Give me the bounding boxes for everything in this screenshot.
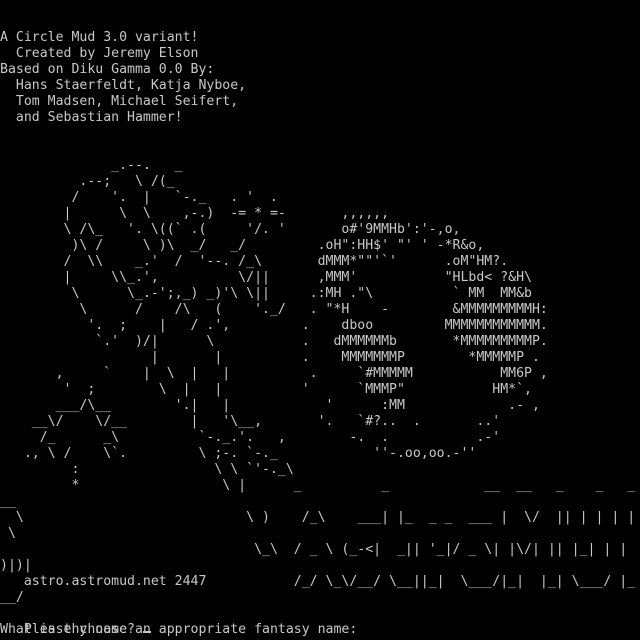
terminal-line: Tom Madsen, Michael Seifert, — [0, 94, 239, 109]
terminal-line: and Sebastian Hammer! — [0, 110, 183, 125]
terminal-line: '. ; | / .', . dboo MMMMMMMMMMMM. — [0, 318, 548, 333]
terminal-line: ., \ / \`. \ ;-. `-._ ''-.oo,oo.-'' — [0, 446, 477, 461]
terminal-line: _.--. _ — [0, 158, 183, 173]
terminal-line: /_ _\ `-._.'. , -. . .-' — [0, 430, 501, 445]
terminal-line: __/ — [0, 590, 24, 605]
terminal-line: / \\ _.' / '--. /_\ dMMM*""'`' .oM"HM?. — [0, 254, 509, 269]
text-cursor — [142, 631, 151, 633]
terminal-line: `.' )/| \ . dMMMMMMb *MMMMMMMMMP. — [0, 334, 548, 349]
terminal-line: ___/\__ '.| | ' :MM .- , — [0, 398, 540, 413]
terminal-window[interactable]: A Circle Mud 3.0 variant! Created by Jer… — [0, 0, 640, 640]
terminal-line: )|)| — [0, 558, 32, 573]
terminal-line: \ \ ) /_\ ___| |_ _ _ ___ | \/ || | | | … — [0, 510, 636, 525]
terminal-line: )\ / \ )\ _/ _/ .oH":HH$' "' ' -*R&o, — [0, 238, 485, 253]
terminal-line: : \ \ `'-._\ — [0, 462, 294, 477]
terminal-line: \_\ / _ \ (_-<| _|| '_|/ _ \| |\/| || |_… — [0, 542, 628, 557]
terminal-line: A Circle Mud 3.0 variant! — [0, 30, 199, 45]
terminal-line: astro.astromud.net 2447 /_/ \_\/__/ \__|… — [0, 574, 636, 589]
terminal-line: __\/ \/__ | '\__, '. `#?.. . ..' — [0, 414, 501, 429]
terminal-line: \ — [0, 526, 16, 541]
terminal-line: Created by Jeremy Elson — [0, 46, 199, 61]
terminal-line: \ /\_ '. \((` .( '/. ' o#'9MMHb':'-,o, — [0, 222, 461, 237]
name-prompt-text: What is thy name? — [0, 622, 135, 637]
terminal-line: | \ \ ,-.) -= * =- ,,,,,, — [0, 206, 390, 221]
terminal-line: ' ; \ | | ' `MMMP" HM*`, — [0, 382, 532, 397]
name-prompt-line[interactable]: What is thy name? — [0, 622, 151, 638]
terminal-line: * \ | _ _ __ __ _ _ _ — [0, 478, 636, 493]
terminal-line: \ \_.-';,_) _)'\ \|| .:MH ."\ ` MM MM&b — [0, 286, 532, 301]
terminal-line: | \\_.', \/|| ,MMM' "HLbd< ?&H\ — [0, 270, 532, 285]
terminal-line: , ` | \ | | . `#MMMMM MM6P , — [0, 366, 548, 381]
terminal-output: A Circle Mud 3.0 variant! Created by Jer… — [0, 30, 635, 640]
terminal-line: Hans Staerfeldt, Katja Nyboe, — [0, 78, 247, 93]
terminal-line: Based on Diku Gamma 0.0 By: — [0, 62, 215, 77]
terminal-line: / '. | `-._ . ' . — [0, 190, 278, 205]
terminal-line: \ / /\ ( '._/ . "*H - &MMMMMMMMMH: — [0, 302, 548, 317]
terminal-line: | | . MMMMMMMP *MMMMMP . — [0, 350, 540, 365]
terminal-line: __ — [0, 494, 16, 509]
terminal-line: .--; \ /(_ — [0, 174, 175, 189]
